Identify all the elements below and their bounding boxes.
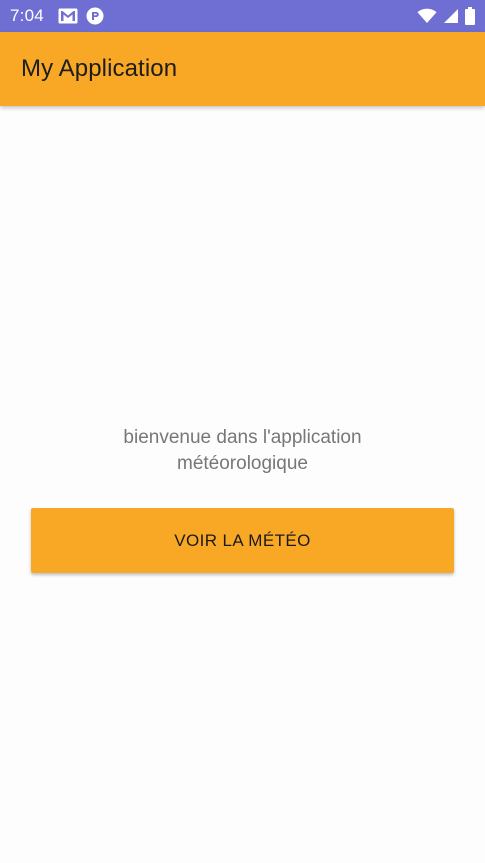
- signal-icon: [443, 8, 459, 24]
- welcome-text: bienvenue dans l'application météorologi…: [0, 425, 485, 477]
- app-title: My Application: [21, 55, 178, 82]
- notification-app-icon: [86, 7, 104, 25]
- status-time: 7:04: [10, 6, 44, 25]
- voir-meteo-button[interactable]: VOIR LA MÉTÉO: [31, 508, 454, 573]
- battery-icon: [465, 7, 475, 25]
- status-left-icons: [58, 7, 104, 25]
- status-right-icons: [417, 7, 475, 25]
- wifi-icon: [417, 8, 437, 24]
- status-bar: 7:04: [0, 0, 485, 32]
- app-bar: My Application: [0, 32, 485, 106]
- welcome-text-line-1: bienvenue dans l'application: [123, 427, 362, 448]
- gmail-icon: [58, 8, 78, 24]
- welcome-text-line-2: météorologique: [177, 453, 308, 474]
